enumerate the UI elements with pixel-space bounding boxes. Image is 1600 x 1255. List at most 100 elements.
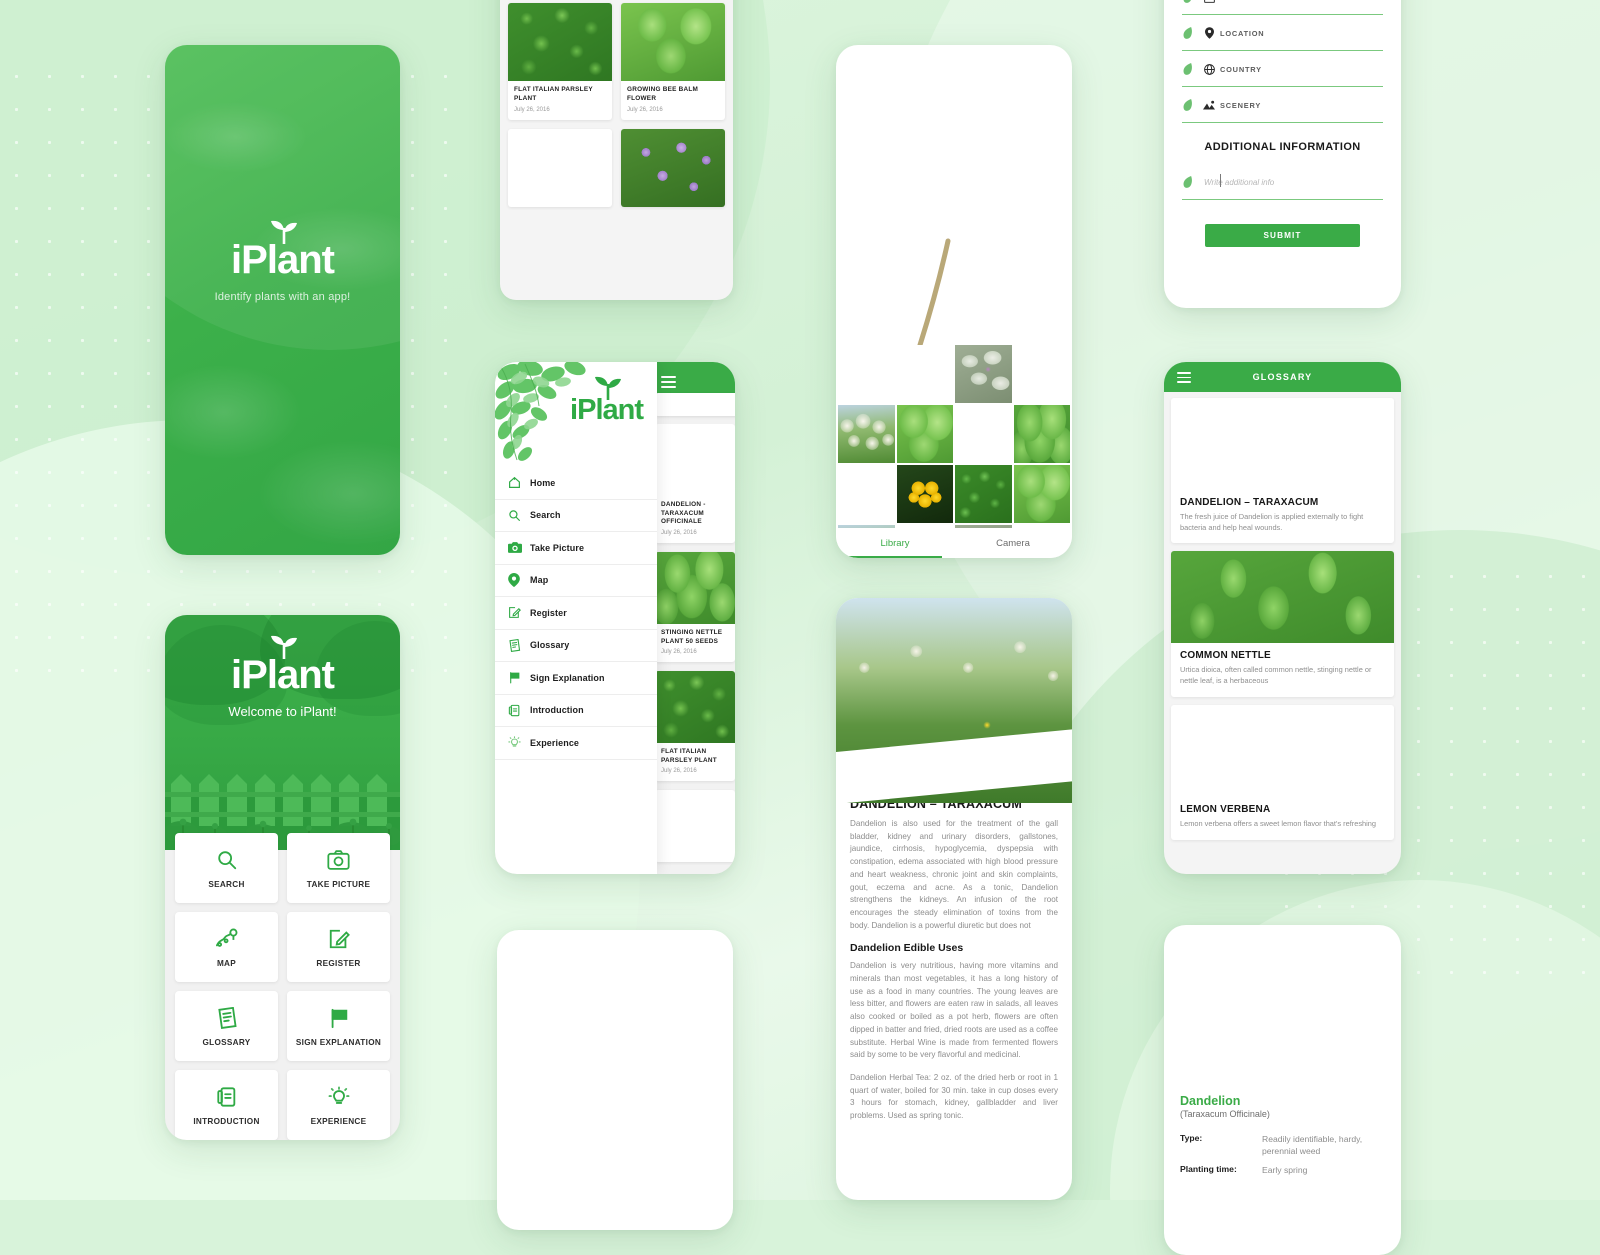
plant-card[interactable]: GROWING BEE BALM FLOWER July 26, 2016 (621, 3, 725, 120)
glossary-entry[interactable]: COMMON NETTLE Urtica dioica, often calle… (1171, 551, 1394, 697)
glossary-entry[interactable]: DANDELION – TARAXACUM The fresh juice of… (1171, 398, 1394, 544)
tab-library[interactable]: Library (836, 528, 954, 558)
card-grid: STINGING NETTLE PLANT 50 SEEDS July 26, … (500, 0, 733, 207)
home-tile-glossary[interactable]: GLOSSARY (175, 991, 278, 1061)
app-logo: iPlant (231, 220, 335, 282)
home-tile-label: EXPERIENCE (310, 1117, 367, 1126)
library-thumbnail[interactable] (1014, 345, 1071, 403)
camera-icon (508, 541, 530, 554)
hamburger-menu-icon[interactable] (1177, 372, 1191, 383)
drawer-item-label: Register (530, 607, 567, 618)
library-thumbnail[interactable] (1013, 405, 1070, 463)
logo-text-p: P (241, 238, 268, 282)
plant-card[interactable]: FLAT ITALIAN PARSLEY PLANT July 26, 2016 (508, 3, 612, 120)
home-tile-label: SEARCH (208, 880, 245, 889)
home-tile-experience[interactable]: EXPERIENCE (287, 1070, 390, 1140)
home-tile-introduction[interactable]: INTRODUCTION (175, 1070, 278, 1140)
photo-library-grid (836, 345, 1072, 528)
tab-camera[interactable]: Camera (954, 528, 1072, 558)
home-tile-label: SIGN EXPLANATION (295, 1038, 382, 1047)
glossary-entry-name: COMMON NETTLE (1180, 650, 1271, 662)
plant-name: Dandelion (1180, 1094, 1241, 1108)
plant-card-title: STINGING NETTLE PLANT 50 SEEDS (661, 628, 723, 645)
library-thumbnail[interactable] (896, 405, 953, 463)
glossary-list: DANDELION – TARAXACUM The fresh juice of… (1164, 392, 1401, 840)
field-country[interactable]: COUNTRY (1182, 52, 1383, 87)
home-tile-grid: SEARCH TAKE PICTURE MAP REGISTER GLOSSAR… (175, 833, 390, 1140)
drawer-item-label: Experience (530, 737, 580, 748)
home-tile-sign-explanation[interactable]: SIGN EXPLANATION (287, 991, 390, 1061)
drawer-item-register[interactable]: Register (495, 597, 657, 630)
drawer-item-glossary[interactable]: Glossary (495, 630, 657, 662)
home-tile-label: REGISTER (316, 959, 361, 968)
register-icon (508, 606, 530, 619)
attribute-key: Type: (1180, 1133, 1203, 1143)
home-tile-take-picture[interactable]: TAKE PICTURE (287, 833, 390, 903)
glossary-screen: GLOSSARY DANDELION – TARAXACUM The fresh… (1164, 362, 1401, 874)
library-thumbnail[interactable] (838, 345, 895, 403)
plant-card[interactable] (621, 128, 725, 207)
library-thumbnail[interactable] (955, 345, 1012, 403)
home-tile-register[interactable]: REGISTER (287, 912, 390, 982)
search-icon (508, 509, 530, 522)
dandelion-seedhead-photo (836, 45, 1072, 345)
search-icon (216, 847, 238, 873)
drawer-item-experience[interactable]: Experience (495, 727, 657, 760)
leaf-icon (1182, 0, 1198, 4)
article-body: DANDELION – TARAXACUM Dandelion is also … (836, 797, 1072, 1123)
home-tile-label: MAP (216, 959, 237, 968)
additional-info-placeholder: Write additional info (1204, 177, 1275, 187)
home-screen: iPlant Welcome to iPlant! SEARCH TAKE PI… (165, 615, 400, 1140)
attribute-row: Planting time: Early spring (1180, 1164, 1385, 1176)
hamburger-menu-icon[interactable] (661, 376, 676, 388)
search-input[interactable] (655, 393, 735, 416)
field-location[interactable]: LOCATION (1182, 16, 1383, 51)
drawer-item-introduction[interactable]: Introduction (495, 695, 657, 727)
leaf-icon (1182, 62, 1198, 76)
drawer-item-map[interactable]: Map (495, 565, 657, 597)
plant-card[interactable] (655, 790, 735, 863)
plant-photo (655, 551, 735, 624)
drawer-item-home[interactable]: Home (495, 467, 657, 500)
drawer-item-sign-explanation[interactable]: Sign Explanation (495, 662, 657, 695)
library-thumbnail[interactable] (896, 465, 953, 523)
plant-photo (655, 790, 735, 862)
logo-text-p: P (241, 653, 268, 697)
field-scenery[interactable]: SCENERY (1182, 88, 1383, 123)
library-thumbnail[interactable] (838, 465, 895, 523)
plant-card[interactable]: DANDELION - TARAXACUM OFFICINALE July 26… (655, 424, 735, 543)
field-additional-info[interactable]: Write additional info (1182, 165, 1383, 200)
map-icon (215, 926, 239, 952)
home-hero: iPlant Welcome to iPlant! (165, 615, 400, 850)
home-welcome-text: Welcome to iPlant! (228, 704, 337, 719)
drawer-item-search[interactable]: Search (495, 500, 657, 532)
plant-scientific-name: (Taraxacum Officinale) (1180, 1109, 1270, 1119)
library-thumbnail[interactable] (1013, 465, 1070, 523)
glossary-icon (508, 638, 530, 652)
register-form: DATE LOCATION COUNTRY (1164, 0, 1401, 308)
plant-card[interactable]: FLAT ITALIAN PARSLEY PLANT July 26, 2016 (655, 671, 735, 782)
home-tile-map[interactable]: MAP (175, 912, 278, 982)
drawer-panel: iPlant Home Search Take Picture Map Regi… (495, 362, 657, 874)
plant-card[interactable]: STINGING NETTLE PLANT 50 SEEDS July 26, … (655, 551, 735, 663)
library-thumbnail[interactable] (955, 465, 1012, 523)
library-thumbnail[interactable] (897, 345, 954, 403)
plant-card[interactable] (508, 128, 612, 207)
drawer-item-label: Introduction (530, 705, 584, 716)
plant-photo (508, 129, 612, 207)
drawer-item-label: Glossary (530, 640, 570, 651)
drawer-item-take-picture[interactable]: Take Picture (495, 532, 657, 565)
library-thumbnail[interactable] (838, 405, 895, 463)
drawer-item-label: Map (530, 575, 549, 586)
library-thumbnail[interactable] (955, 405, 1012, 463)
glossary-entry[interactable]: LEMON VERBENA Lemon verbena offers a swe… (1171, 704, 1394, 840)
drawer-item-label: Take Picture (530, 542, 585, 553)
app-bar (647, 362, 735, 416)
plant-card-title: DANDELION - TARAXACUM OFFICINALE (661, 501, 706, 526)
globe-icon (1198, 63, 1220, 75)
camera-tab-bar: Library Camera (836, 528, 1072, 558)
home-tile-search[interactable]: SEARCH (175, 833, 278, 903)
experience-icon (328, 1084, 350, 1110)
submit-button[interactable]: SUBMIT (1205, 224, 1360, 247)
field-date[interactable]: DATE (1182, 0, 1383, 15)
